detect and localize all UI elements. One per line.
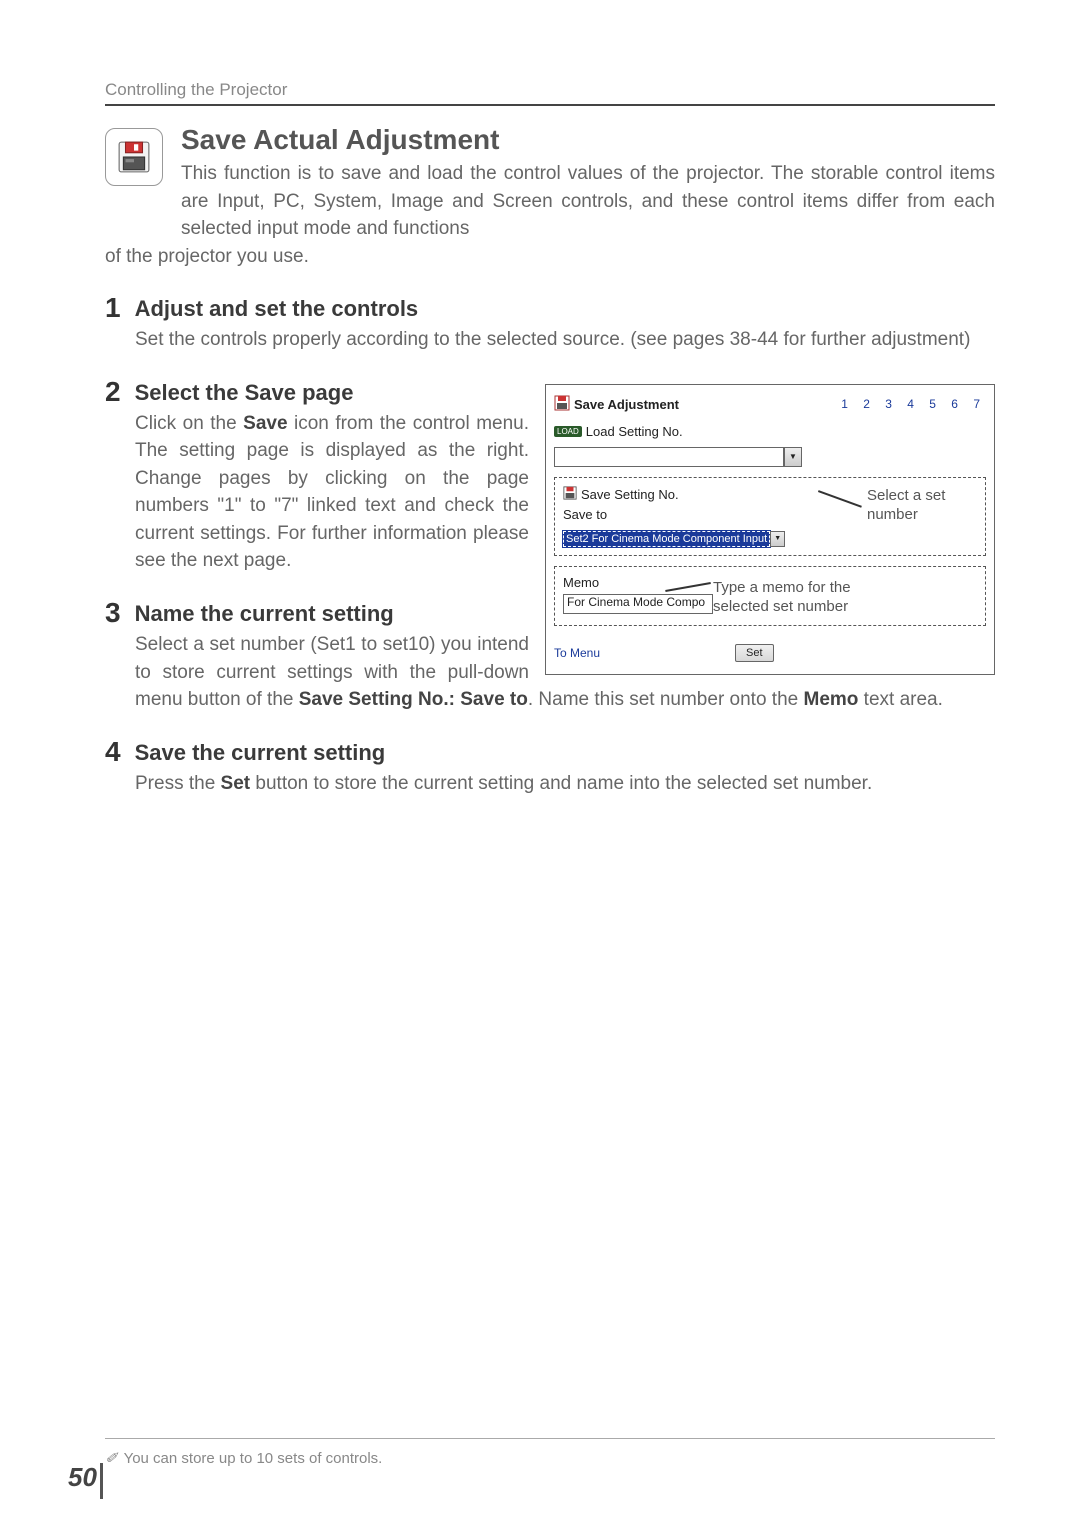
step-1-title: Adjust and set the controls — [135, 296, 419, 322]
footer-rule — [105, 1438, 995, 1439]
set-button[interactable]: Set — [735, 644, 774, 662]
step-4-body: Press the Set button to store the curren… — [135, 770, 995, 798]
disk-icon — [563, 486, 577, 503]
intro-paragraph-2: of the projector you use. — [105, 243, 995, 271]
page-title: Save Actual Adjustment — [181, 124, 995, 156]
step-2-number: 2 — [105, 376, 121, 408]
page-number-bar — [100, 1463, 103, 1499]
step-4-title: Save the current setting — [135, 740, 386, 766]
save-to-dropdown-selected[interactable]: Set2 For Cinema Mode Component Input — [563, 531, 770, 547]
disk-icon — [554, 395, 570, 414]
screenshot-title: Save Adjustment — [574, 397, 679, 412]
step-2-title: Select the Save page — [135, 380, 354, 406]
step-1-number: 1 — [105, 292, 121, 324]
save-setting-label: Save Setting No. — [581, 487, 679, 502]
save-disk-icon — [105, 128, 163, 186]
step-1-body: Set the controls properly according to t… — [135, 326, 995, 354]
to-menu-link[interactable]: To Menu — [554, 646, 600, 660]
intro-paragraph-1: This function is to save and load the co… — [181, 160, 995, 243]
callout-memo: Type a memo for the selected set number — [713, 579, 851, 616]
footnote: ✐You can store up to 10 sets of controls… — [105, 1449, 382, 1467]
screenshot-page-links[interactable]: 1 2 3 4 5 6 7 — [841, 397, 986, 411]
footnote-icon: ✐ — [105, 1450, 118, 1467]
load-setting-label: Load Setting No. — [586, 424, 683, 439]
step-4-number: 4 — [105, 736, 121, 768]
dropdown-caret-icon[interactable]: ▼ — [784, 447, 802, 467]
load-badge-icon: LOAD — [554, 426, 582, 437]
save-to-label: Save to — [563, 507, 679, 522]
memo-input[interactable]: For Cinema Mode Compo — [563, 594, 713, 614]
save-adjustment-screenshot: Save Adjustment 1 2 3 4 5 6 7 LOAD Load … — [545, 384, 995, 675]
load-setting-dropdown[interactable] — [554, 447, 784, 467]
step-3-number: 3 — [105, 597, 121, 629]
memo-label: Memo — [563, 575, 713, 590]
page-number: 50 — [68, 1462, 97, 1493]
dropdown-caret-icon[interactable]: ▼ — [770, 531, 785, 547]
callout-select-set-number: Select a set number — [867, 487, 945, 524]
step-3-title: Name the current setting — [135, 601, 394, 627]
running-header: Controlling the Projector — [105, 80, 995, 106]
